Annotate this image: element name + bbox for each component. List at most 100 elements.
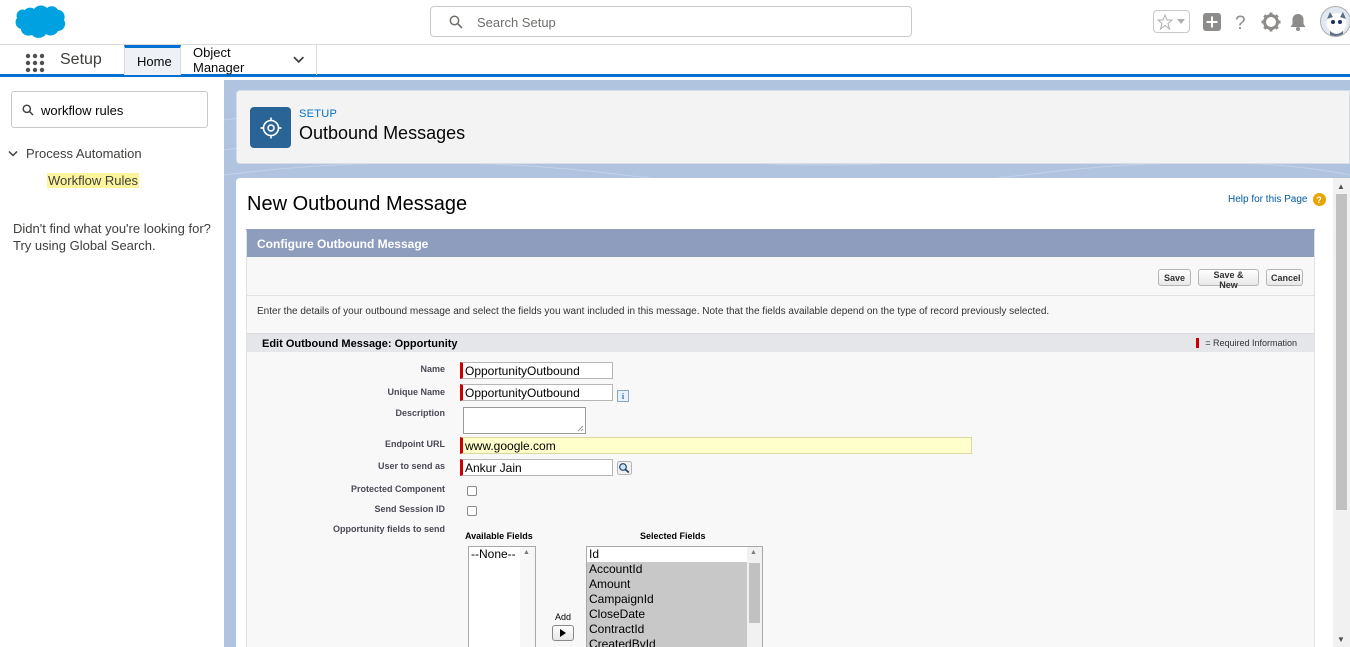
info-icon[interactable]: i (617, 390, 629, 402)
help-link-label[interactable]: Help for this Page (1228, 194, 1308, 205)
selected-fields-header: Selected Fields (640, 531, 706, 541)
selected-fields-scrollbar[interactable]: ▲ (747, 547, 762, 647)
available-fields-scrollbar[interactable]: ▲ (520, 547, 535, 647)
global-search-input[interactable] (477, 12, 897, 32)
not-found-message: Didn't find what you're looking for? Try… (13, 220, 218, 254)
name-field[interactable] (460, 362, 613, 379)
lookup-search-icon[interactable] (617, 461, 632, 475)
setup-gear-icon (250, 107, 291, 148)
page-header-supertitle: SETUP (299, 108, 338, 120)
resize-handle-icon[interactable] (577, 425, 584, 432)
search-icon (449, 15, 463, 29)
block-title: Configure Outbound Message (247, 232, 1314, 257)
list-item[interactable]: AccountId (587, 562, 747, 577)
available-fields-listbox[interactable]: --None-- ▲ (468, 546, 536, 647)
list-item[interactable]: Amount (587, 577, 747, 592)
list-item[interactable]: Id (587, 547, 747, 562)
list-item[interactable]: CreatedById (587, 637, 747, 647)
selected-fields-listbox[interactable]: Id AccountId Amount CampaignId CloseDate… (586, 546, 763, 647)
unique-name-field[interactable] (460, 384, 613, 401)
tree-node-label: Process Automation (26, 146, 142, 161)
cancel-button[interactable]: Cancel (1266, 269, 1303, 286)
page-scrollbar[interactable]: ▲ ▼ (1333, 178, 1350, 647)
help-question-icon[interactable]: ? (1312, 193, 1326, 206)
favorites-star-icon (1157, 14, 1173, 30)
global-header: ? (0, 0, 1350, 44)
description-label: Description (395, 408, 445, 418)
chevron-down-icon[interactable] (292, 56, 304, 64)
tree-leaf-workflow-rules[interactable]: Workflow Rules (47, 173, 140, 188)
svg-text:?: ? (1235, 13, 1246, 32)
setup-sidebar: Process Automation Workflow Rules Didn't… (0, 80, 224, 647)
protected-component-label: Protected Component (350, 484, 445, 494)
scroll-up-arrow-icon[interactable]: ▲ (523, 549, 530, 556)
section-header: Edit Outbound Message: Opportunity = Req… (247, 333, 1314, 352)
help-for-page-link[interactable]: Help for this Page ? (1228, 193, 1326, 206)
save-button[interactable]: Save (1158, 269, 1191, 286)
setup-gear-button[interactable] (1259, 10, 1283, 34)
user-to-send-as-field[interactable] (460, 459, 613, 476)
arrow-right-icon (560, 629, 566, 637)
page-header: SETUP Outbound Messages (236, 90, 1350, 164)
user-to-send-as-label: User to send as (377, 461, 445, 471)
send-session-id-checkbox[interactable] (467, 506, 477, 516)
name-label: Name (420, 364, 445, 374)
scroll-thumb[interactable] (1336, 194, 1347, 510)
help-question-icon: ? (1235, 13, 1246, 32)
not-found-line-2: Try using Global Search. (13, 238, 156, 253)
tab-home-label: Home (137, 54, 172, 69)
add-label: Add (555, 612, 572, 622)
add-plus-icon (1203, 13, 1221, 31)
add-button[interactable] (552, 625, 574, 641)
chevron-down-icon (1177, 19, 1185, 24)
save-and-new-button[interactable]: Save & New (1198, 269, 1259, 290)
description-textarea[interactable] (463, 407, 586, 434)
intro-text: Enter the details of your outbound messa… (257, 306, 1050, 317)
app-launcher-icon[interactable] (25, 53, 45, 73)
notifications-button[interactable] (1286, 10, 1310, 34)
tree-node-process-automation[interactable]: Process Automation (8, 146, 142, 161)
configure-block: Configure Outbound Message Save Save & N… (246, 229, 1315, 647)
endpoint-url-label: Endpoint URL (385, 439, 445, 449)
form-title: New Outbound Message (247, 193, 468, 215)
tab-object-manager[interactable]: Object Manager (181, 45, 317, 75)
quick-find-input[interactable] (41, 100, 201, 120)
app-navigation-bar: Setup Home Object Manager (0, 44, 1350, 77)
user-avatar[interactable] (1320, 6, 1350, 37)
list-item[interactable]: CloseDate (587, 607, 747, 622)
help-button[interactable]: ? (1229, 10, 1253, 34)
button-row: Save Save & New Cancel (247, 258, 1314, 296)
app-name: Setup (60, 51, 102, 68)
tab-object-manager-label: Object Manager (193, 45, 245, 75)
page-title: Outbound Messages (299, 123, 466, 143)
setup-gear-icon (1261, 12, 1281, 32)
opportunity-fields-label: Opportunity fields to send (333, 524, 445, 534)
unique-name-label: Unique Name (387, 387, 445, 397)
scroll-up-arrow-icon[interactable]: ▲ (750, 549, 757, 556)
content-frame: New Outbound Message Help for this Page … (236, 178, 1350, 647)
notifications-bell-icon (1290, 14, 1306, 31)
scroll-up-arrow-icon[interactable]: ▲ (1337, 182, 1345, 191)
required-marker (1196, 338, 1200, 348)
required-information-text: = Required Information (1205, 338, 1297, 348)
send-session-id-label: Send Session ID (374, 504, 445, 514)
salesforce-cloud-logo[interactable] (12, 4, 66, 40)
list-item[interactable]: CampaignId (587, 592, 747, 607)
global-actions-button[interactable] (1200, 10, 1224, 34)
chevron-down-icon[interactable] (8, 150, 18, 158)
global-search-box[interactable] (430, 6, 912, 37)
required-information-legend: = Required Information (1196, 338, 1297, 348)
available-fields-header: Available Fields (465, 531, 533, 541)
endpoint-url-field[interactable] (460, 437, 972, 454)
search-icon (22, 104, 34, 116)
tab-home[interactable]: Home (124, 45, 181, 75)
favorites-button[interactable] (1153, 10, 1190, 33)
scroll-thumb[interactable] (749, 563, 760, 623)
list-item[interactable]: ContractId (587, 622, 747, 637)
not-found-line-1: Didn't find what you're looking for? (13, 221, 211, 236)
astro-avatar-icon (1326, 12, 1347, 36)
protected-component-checkbox[interactable] (467, 486, 477, 496)
scroll-down-arrow-icon[interactable]: ▼ (1337, 635, 1345, 644)
quick-find-box[interactable] (11, 91, 208, 128)
section-title: Edit Outbound Message: Opportunity (262, 338, 458, 350)
